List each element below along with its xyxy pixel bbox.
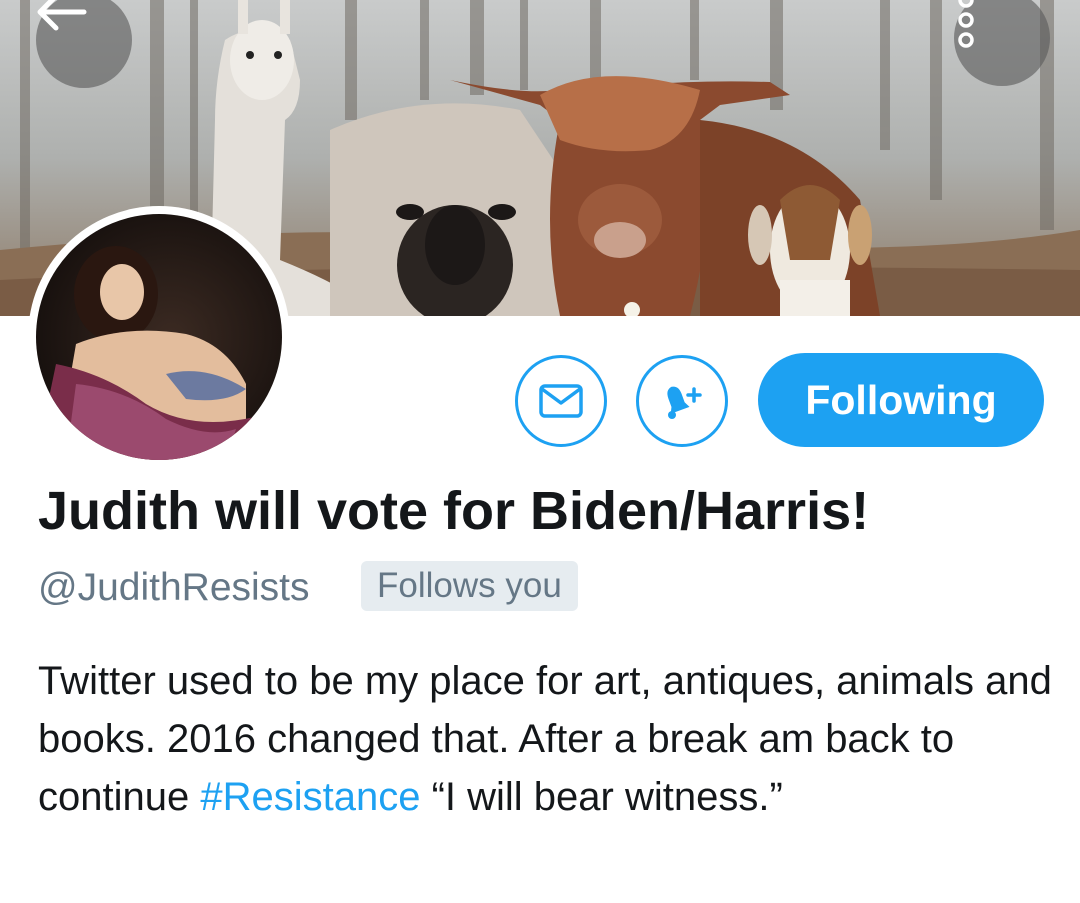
direct-message-button[interactable] bbox=[515, 355, 607, 447]
envelope-icon bbox=[539, 384, 583, 418]
follows-you-badge: Follows you bbox=[361, 561, 578, 611]
profile-screen: Following Judith will vote for Biden/Har… bbox=[0, 0, 1080, 903]
notifications-button[interactable] bbox=[636, 355, 728, 447]
bio-text-after: “I will bear witness.” bbox=[420, 775, 783, 819]
following-button[interactable]: Following bbox=[758, 353, 1044, 447]
display-name: Judith will vote for Biden/Harris! bbox=[38, 481, 870, 541]
avatar[interactable] bbox=[28, 206, 290, 468]
more-vertical-icon bbox=[958, 0, 974, 48]
user-handle: @JudithResists bbox=[38, 566, 310, 609]
hashtag-link[interactable]: #Resistance bbox=[200, 775, 420, 819]
avatar-image bbox=[36, 214, 282, 460]
bell-plus-icon bbox=[667, 386, 702, 419]
arrow-left-icon bbox=[37, 0, 87, 31]
profile-bio: Twitter used to be my place for art, ant… bbox=[38, 652, 1058, 826]
